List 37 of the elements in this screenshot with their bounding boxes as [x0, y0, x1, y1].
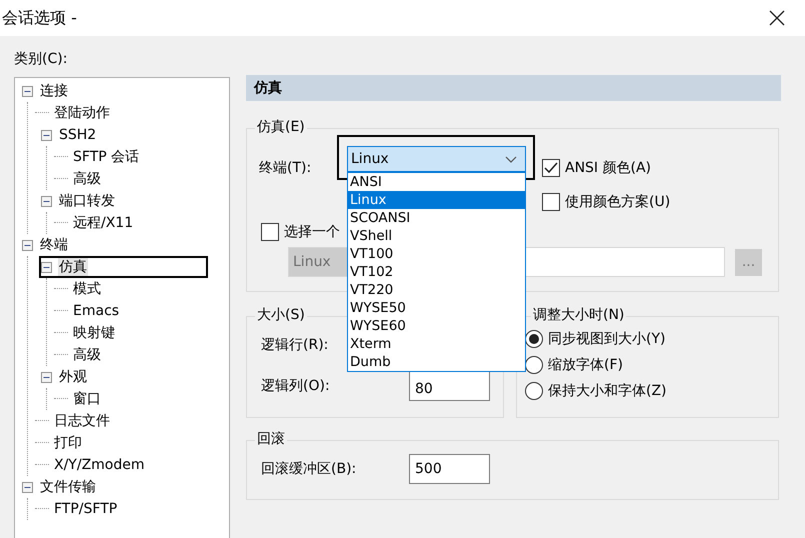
tree-item-label: 登陆动作	[53, 104, 111, 122]
tree-item-label: 外观	[58, 368, 88, 386]
columns-label: 逻辑列(O):	[261, 377, 330, 395]
tree-item-label: FTP/SFTP	[53, 501, 118, 517]
tree-item-label: SSH2	[58, 127, 98, 143]
checkbox-label: 选择一个	[284, 223, 340, 241]
panel-heading: 仿真	[246, 75, 781, 101]
category-label: 类别(C):	[14, 50, 68, 69]
tree-item-label: 日志文件	[53, 412, 111, 430]
tree-item-label: 打印	[53, 434, 83, 452]
window-title: 会话选项 -	[2, 8, 77, 28]
radio-label: 保持大小和字体(Z)	[548, 382, 667, 400]
tree-item-label: 端口转发	[58, 192, 116, 210]
radio-label: 缩放字体(F)	[548, 356, 623, 374]
tree-item-label: Emacs	[72, 303, 120, 319]
rows-label: 逻辑行(R):	[261, 336, 328, 354]
tree-item-label: SFTP 会话	[72, 148, 140, 166]
tree-item-label: 窗口	[72, 390, 102, 408]
tree-item-label: X/Y/Zmodem	[53, 457, 146, 473]
tree-item-label: 高级	[72, 346, 102, 364]
group-title: 仿真(E)	[256, 118, 306, 137]
tree-item-label: 文件传输	[39, 478, 97, 496]
checkbox-label: 使用颜色方案(U)	[565, 193, 670, 211]
checkbox-label: ANSI 颜色(A)	[565, 159, 652, 177]
tree-item-label: 模式	[72, 280, 102, 298]
tree-item-label: 高级	[72, 170, 102, 188]
tree-item-label: 终端	[39, 236, 69, 254]
scrollback-label: 回滚缓冲区(B):	[261, 460, 356, 478]
tree-item-label: 映射键	[72, 324, 116, 342]
group-title: 调整大小时(N)	[532, 306, 626, 325]
radio-label: 同步视图到大小(Y)	[548, 330, 666, 348]
terminal-label: 终端(T):	[259, 159, 312, 177]
group-title: 回滚	[256, 430, 286, 449]
group-title: 大小(S)	[256, 306, 306, 325]
tree-item-label: 连接	[39, 82, 69, 100]
tree-item-label: 远程/X11	[72, 214, 134, 232]
tree-item-label: 仿真	[58, 258, 88, 276]
